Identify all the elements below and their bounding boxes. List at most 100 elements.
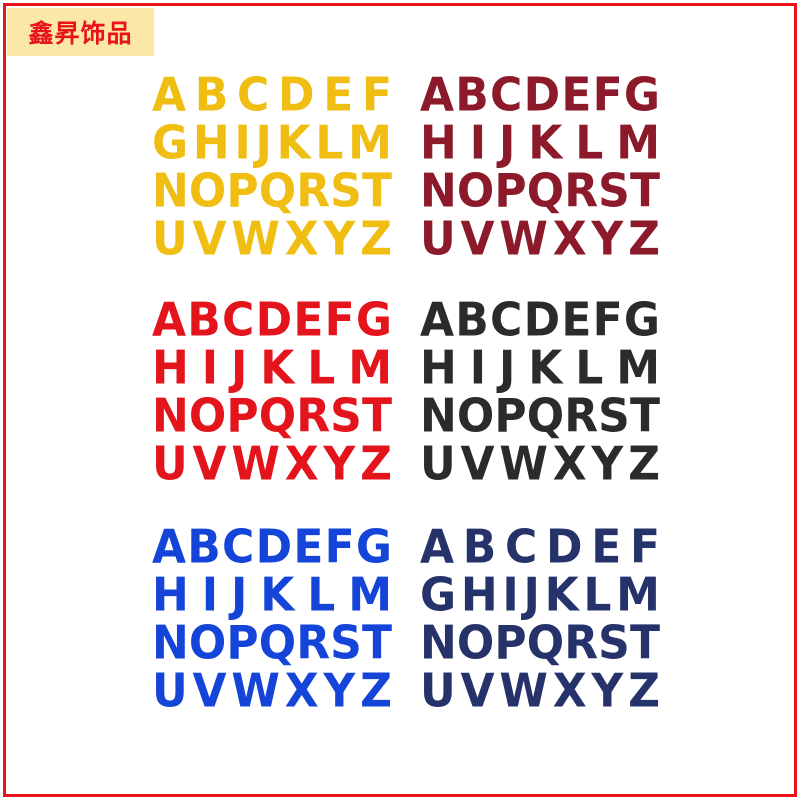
letter: N [152, 164, 189, 219]
letter-row: NOPQRST [152, 393, 392, 441]
letter-row: HIJKLM [152, 572, 392, 620]
letter: D [255, 293, 293, 348]
letter: M [348, 116, 392, 171]
letter: W [499, 664, 548, 719]
letter-row: GHIJKLM [420, 572, 660, 620]
letter-row: NOPQRST [152, 168, 392, 216]
letter: T [361, 164, 392, 219]
letter: J [523, 568, 540, 623]
letter-row: ABCDEFG [152, 297, 392, 345]
letter: F [324, 520, 355, 575]
letter: Y [323, 212, 356, 267]
letter: T [361, 616, 392, 671]
letter: O [456, 389, 495, 444]
letter: J [255, 116, 272, 171]
letter: A [152, 68, 187, 123]
letter: E [293, 520, 324, 575]
letter-row: GHIJKLM [152, 120, 392, 168]
letter: B [462, 520, 497, 575]
letter-row: NOPQRST [420, 393, 660, 441]
letter: I [469, 341, 487, 396]
letter-row: UVWXYZ [152, 441, 392, 489]
letter-block-blue: ABCDEFGHIJKLMNOPQRSTUVWXYZ [152, 524, 392, 716]
letter-row: UVWXYZ [420, 216, 660, 264]
letter: G [420, 568, 457, 623]
letter: W [231, 664, 280, 719]
letter: B [194, 68, 229, 123]
letter: L [575, 341, 604, 396]
letter: X [284, 212, 319, 267]
letter: L [307, 568, 336, 623]
letter: R [296, 616, 331, 671]
letter: V [192, 664, 227, 719]
letter: A [152, 293, 187, 348]
letter: U [152, 212, 188, 267]
letter: D [277, 68, 315, 123]
letter: E [591, 520, 622, 575]
letter-row: HIJKLM [420, 120, 660, 168]
letter-row: ABCDEFG [420, 72, 660, 120]
letter: M [616, 568, 660, 623]
letter-row: NOPQRST [420, 620, 660, 668]
letter: C [236, 68, 270, 123]
letter: A [420, 520, 455, 575]
letter: N [152, 389, 189, 444]
letter: F [629, 520, 660, 575]
letter: P [226, 616, 259, 671]
letter: M [616, 116, 660, 171]
letter-row: UVWXYZ [420, 668, 660, 716]
letter: E [561, 293, 592, 348]
letter: U [420, 437, 456, 492]
letter: Y [591, 212, 624, 267]
letter: B [187, 293, 221, 348]
letter-row: ABCDEF [420, 524, 660, 572]
letter: H [420, 341, 457, 396]
letter: I [201, 568, 219, 623]
letter: R [564, 616, 599, 671]
letter: H [460, 568, 498, 623]
letter: Y [591, 437, 624, 492]
letter: Z [360, 437, 392, 492]
letter: D [255, 520, 293, 575]
letter: Z [628, 437, 660, 492]
letter: G [152, 116, 189, 171]
letter: N [420, 164, 457, 219]
letter: Q [526, 616, 565, 671]
letter: C [490, 293, 523, 348]
letter: W [499, 437, 548, 492]
letter: C [504, 520, 538, 575]
letter: X [552, 212, 587, 267]
letter: K [528, 116, 563, 171]
letter: O [188, 389, 227, 444]
letter: Z [360, 664, 392, 719]
letter: Y [591, 664, 624, 719]
letter: K [260, 568, 295, 623]
letter: B [187, 520, 221, 575]
letter: I [201, 341, 219, 396]
letter: Z [360, 212, 392, 267]
letter-block-navy: ABCDEFGHIJKLMNOPQRSTUVWXYZ [420, 524, 660, 716]
letter: I [469, 116, 487, 171]
letter-row: HIJKLM [152, 345, 392, 393]
letter: D [523, 68, 561, 123]
letter: V [460, 437, 495, 492]
letter: C [490, 68, 523, 123]
letter: B [455, 68, 489, 123]
letter-row: UVWXYZ [152, 668, 392, 716]
letter: Z [628, 664, 660, 719]
letter: Y [323, 664, 356, 719]
letter-block-yellow: ABCDEFGHIJKLMNOPQRSTUVWXYZ [152, 72, 392, 264]
letter: X [284, 664, 319, 719]
letter: C [222, 520, 255, 575]
letter: P [494, 389, 527, 444]
letter: V [192, 212, 227, 267]
letter: P [226, 389, 259, 444]
letter: H [192, 116, 230, 171]
letter: S [598, 164, 630, 219]
letter: A [152, 520, 187, 575]
letter: S [598, 389, 630, 444]
letter: Q [258, 616, 297, 671]
letter-row: ABCDEFG [420, 297, 660, 345]
letter: N [152, 616, 189, 671]
letter: I [502, 568, 519, 623]
